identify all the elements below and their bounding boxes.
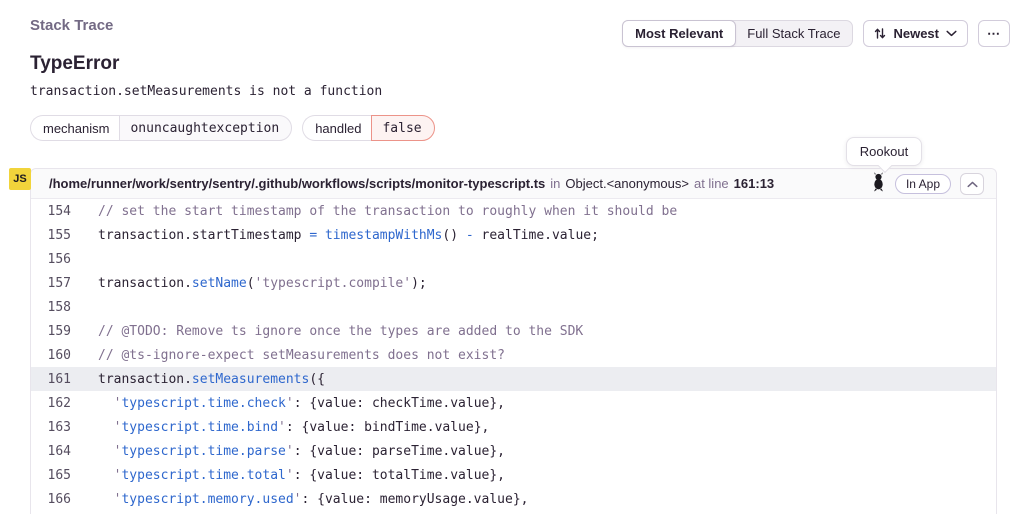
tag-key: mechanism [30,115,119,141]
tag-value: false [371,115,434,141]
line-content: // set the start timestamp of the transa… [71,204,677,219]
more-options-button[interactable]: ⋯ [978,20,1010,47]
code-line-155: 155transaction.startTimestamp = timestam… [31,223,996,247]
tag-handled[interactable]: handledfalse [302,115,434,141]
line-number: 164 [31,444,71,459]
code-line-162: 162 'typescript.time.check': {value: che… [31,391,996,415]
line-number: 162 [31,396,71,411]
line-content: // @ts-ignore-expect setMeasurements doe… [71,348,505,363]
line-number: 166 [31,492,71,507]
line-number: 156 [31,252,71,267]
frame-at-line-label: at line [694,176,729,191]
collapse-frame-button[interactable] [960,173,984,195]
code-line-157: 157transaction.setName('typescript.compi… [31,271,996,295]
error-message: transaction.setMeasurements is not a fun… [30,84,1010,99]
code-line-164: 164 'typescript.time.parse': {value: par… [31,439,996,463]
code-line-160: 160// @ts-ignore-expect setMeasurements … [31,343,996,367]
chevron-down-icon [946,30,957,37]
code-line-156: 156 [31,247,996,271]
header-controls: Most RelevantFull Stack Trace Newest ⋯ [622,20,1010,47]
frame-header[interactable]: /home/runner/work/sentry/sentry/.github/… [31,169,996,199]
line-number: 155 [31,228,71,243]
frame-in-label: in [550,176,560,191]
stack-trace-page: Stack Trace TypeError transaction.setMea… [0,0,1026,514]
tag-mechanism[interactable]: mechanismonuncaughtexception [30,115,292,141]
code-line-166: 166 'typescript.memory.used': {value: me… [31,487,996,511]
line-content: 'typescript.time.total': {value: totalTi… [71,468,505,483]
line-number: 163 [31,420,71,435]
line-content: // @TODO: Remove ts ignore once the type… [71,324,583,339]
code-line-165: 165 'typescript.time.total': {value: tot… [31,463,996,487]
rookout-bug-icon[interactable] [871,172,886,195]
line-number: 165 [31,468,71,483]
rookout-tooltip[interactable]: Rookout [846,137,922,166]
sort-newest-button[interactable]: Newest [863,20,968,47]
frame-function-name: Object.<anonymous> [565,176,689,191]
tag-key: handled [302,115,371,141]
line-content: 'typescript.time.check': {value: checkTi… [71,396,505,411]
frame-header-right: In App [871,172,984,195]
line-number: 161 [31,372,71,387]
line-number: 160 [31,348,71,363]
frame-line-position: 161:13 [734,176,774,191]
frame-file-path: /home/runner/work/sentry/sentry/.github/… [49,176,545,191]
stack-frame: JS /home/runner/work/sentry/sentry/.gith… [30,168,997,514]
rookout-tooltip-label: Rookout [860,144,908,159]
line-content: transaction.setMeasurements({ [71,372,325,387]
error-type-title: TypeError [30,53,1010,75]
line-content: transaction.setName('typescript.compile'… [71,276,427,291]
line-number: 159 [31,324,71,339]
view-toggle-group: Most RelevantFull Stack Trace [622,20,853,47]
line-number: 158 [31,300,71,315]
toggle-full-stack-trace[interactable]: Full Stack Trace [735,21,852,46]
code-line-158: 158 [31,295,996,319]
ellipsis-icon: ⋯ [987,26,1001,42]
line-number: 157 [31,276,71,291]
line-content: 'typescript.time.parse': {value: parseTi… [71,444,505,459]
in-app-badge: In App [895,174,951,194]
tag-value: onuncaughtexception [119,115,292,141]
line-content: 'typescript.memory.used': {value: memory… [71,492,528,507]
line-number: 154 [31,204,71,219]
code-line-163: 163 'typescript.time.bind': {value: bind… [31,415,996,439]
code-context: 154// set the start timestamp of the tra… [31,199,996,511]
sort-newest-label: Newest [893,26,939,41]
line-content: transaction.startTimestamp = timestampWi… [71,228,599,243]
toggle-most-relevant[interactable]: Most Relevant [622,20,736,47]
code-line-159: 159// @TODO: Remove ts ignore once the t… [31,319,996,343]
chevron-up-icon [967,176,978,191]
arrows-up-down-icon [874,27,886,40]
platform-js-badge: JS [9,168,31,190]
code-line-154: 154// set the start timestamp of the tra… [31,199,996,223]
code-line-161: 161transaction.setMeasurements({ [31,367,996,391]
line-content: 'typescript.time.bind': {value: bindTime… [71,420,489,435]
